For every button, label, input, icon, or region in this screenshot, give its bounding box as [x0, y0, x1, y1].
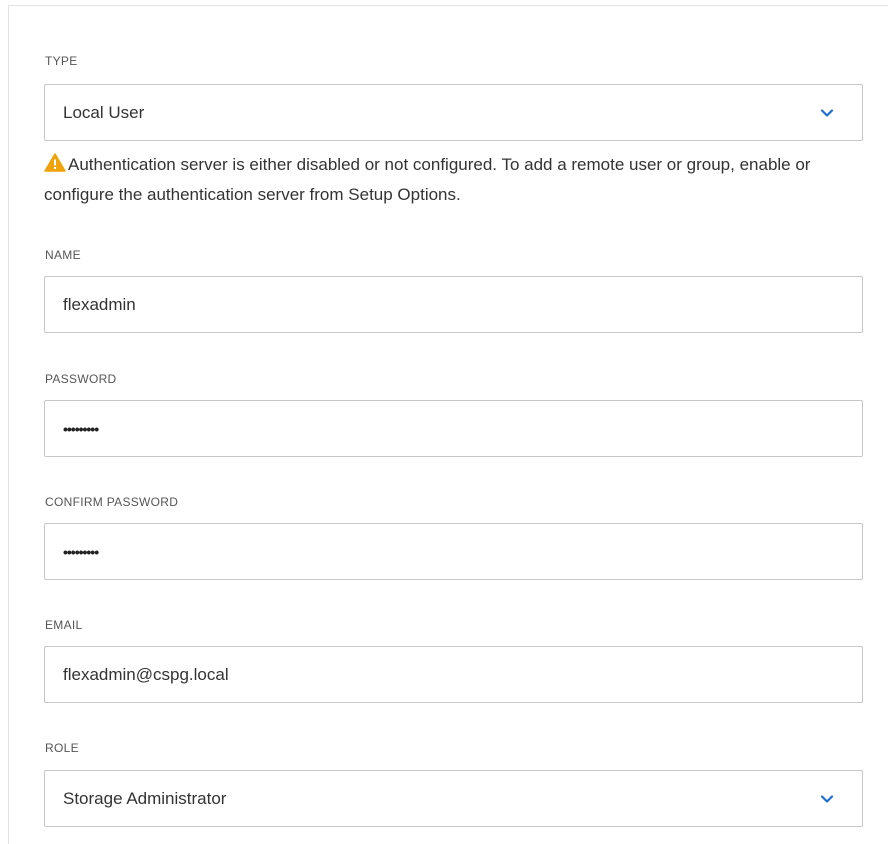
type-select-value: Local User — [63, 103, 145, 122]
role-select[interactable]: Storage Administrator — [44, 770, 863, 827]
role-select-value: Storage Administrator — [63, 789, 227, 808]
password-input-value: ••••••••• — [63, 421, 99, 437]
password-input[interactable]: ••••••••• — [44, 400, 863, 457]
name-input[interactable]: flexadmin — [44, 276, 863, 333]
email-label: EMAIL — [45, 618, 83, 632]
email-input-value: flexadmin@cspg.local — [63, 665, 229, 684]
confirm-password-input-value: ••••••••• — [63, 544, 99, 560]
chevron-down-icon[interactable] — [820, 792, 834, 806]
email-input[interactable]: flexadmin@cspg.local — [44, 646, 863, 703]
name-label: NAME — [45, 248, 81, 262]
warning-triangle-icon — [44, 153, 66, 172]
type-select[interactable]: Local User — [44, 84, 863, 141]
user-form-panel: TYPE Local User Authentication server is… — [8, 5, 888, 844]
password-label: PASSWORD — [45, 372, 117, 386]
confirm-password-input[interactable]: ••••••••• — [44, 523, 863, 580]
role-label: ROLE — [45, 741, 79, 755]
type-label: TYPE — [45, 54, 78, 68]
auth-warning-text: Authentication server is either disabled… — [44, 155, 811, 204]
name-input-value: flexadmin — [63, 295, 136, 314]
confirm-password-label: CONFIRM PASSWORD — [45, 495, 179, 509]
auth-warning-message: Authentication server is either disabled… — [44, 150, 884, 210]
chevron-down-icon[interactable] — [820, 106, 834, 120]
